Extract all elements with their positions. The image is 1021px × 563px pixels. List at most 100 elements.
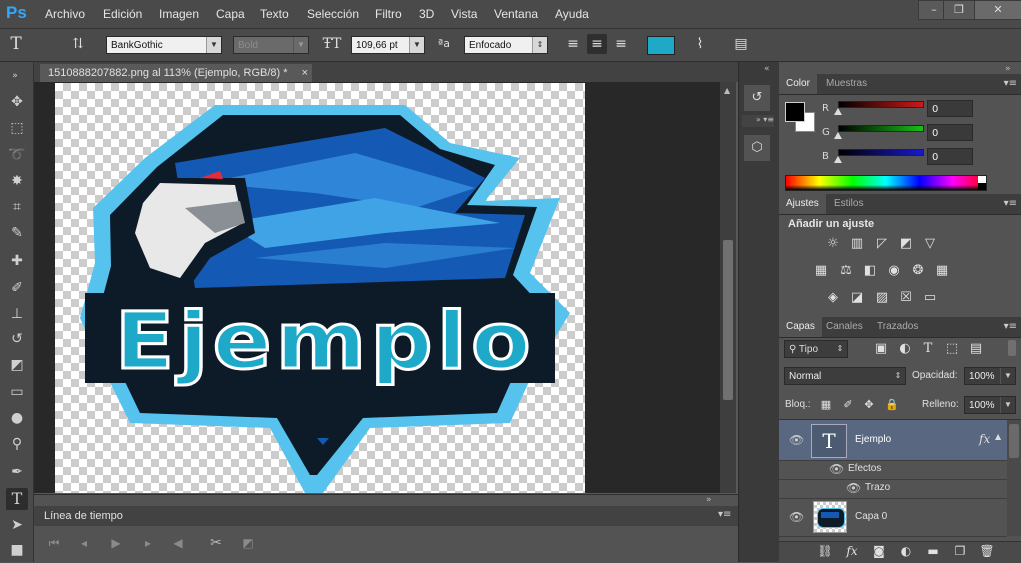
exposure-icon[interactable]: ◩: [897, 235, 915, 253]
layer-name[interactable]: Ejemplo: [855, 434, 891, 445]
dodge-tool-icon[interactable]: ⚲: [6, 433, 28, 455]
menu-edicion[interactable]: Edición: [103, 7, 142, 21]
effects-eye-icon[interactable]: 👁: [829, 463, 844, 475]
history-brush-tool-icon[interactable]: ↺: [6, 328, 28, 350]
fx-icon[interactable]: fx: [979, 432, 990, 446]
align-left-icon[interactable]: ≡: [563, 34, 583, 54]
menu-imagen[interactable]: Imagen: [159, 7, 199, 21]
tab-color[interactable]: Color: [779, 74, 817, 94]
menu-seleccion[interactable]: Selección: [307, 7, 359, 21]
g-value[interactable]: 0: [927, 124, 973, 141]
fill-input[interactable]: 100% ▼: [964, 396, 1016, 414]
timeline-title[interactable]: Línea de tiempo: [44, 510, 123, 522]
first-frame-icon[interactable]: ⏮: [46, 535, 62, 551]
filter-adjustment-icon[interactable]: ◐: [896, 340, 914, 358]
brightness-contrast-icon[interactable]: ☼: [824, 235, 842, 253]
filter-shape-icon[interactable]: ⬚: [943, 340, 961, 358]
curves-icon[interactable]: ◸: [873, 235, 891, 253]
layer-effects-row[interactable]: 👁 Efectos: [779, 460, 1007, 480]
filter-smart-object-icon[interactable]: ▤: [967, 340, 985, 358]
marquee-tool-icon[interactable]: ⬚: [6, 117, 28, 139]
b-slider[interactable]: [838, 149, 924, 156]
color-spectrum-bar[interactable]: [785, 175, 987, 191]
tab-canales[interactable]: Canales: [819, 317, 870, 337]
close-button[interactable]: ✕: [974, 0, 1021, 20]
invert-icon[interactable]: ◈: [824, 289, 842, 307]
type-tool-icon[interactable]: T: [6, 488, 28, 510]
next-frame-icon[interactable]: ▸: [140, 535, 156, 551]
scrollbar-thumb[interactable]: [723, 240, 733, 400]
add-mask-icon[interactable]: ◙: [870, 542, 888, 560]
menu-texto[interactable]: Texto: [260, 7, 289, 21]
stroke-eye-icon[interactable]: 👁: [846, 482, 861, 494]
panel-menu-icon[interactable]: ▾≡: [1004, 194, 1017, 214]
panel-menu-icon[interactable]: ▾≡: [1004, 317, 1017, 337]
tab-capas[interactable]: Capas: [779, 317, 822, 337]
tab-muestras[interactable]: Muestras: [819, 74, 874, 94]
menu-ventana[interactable]: Ventana: [494, 7, 538, 21]
collapse-panels-icon[interactable]: »: [1005, 64, 1011, 74]
close-tab-icon[interactable]: ×: [302, 64, 308, 82]
panel-menu-icon[interactable]: ▾≡: [1004, 74, 1017, 94]
lock-position-icon[interactable]: ✥: [860, 396, 878, 414]
filter-pixel-icon[interactable]: ▣: [872, 340, 890, 358]
filter-type-icon[interactable]: T: [919, 340, 937, 358]
channel-mixer-icon[interactable]: ❂: [909, 262, 927, 280]
menu-vista[interactable]: Vista: [451, 7, 477, 21]
text-color-swatch[interactable]: [647, 36, 675, 55]
3d-panel-icon[interactable]: ⬡: [744, 135, 770, 161]
scroll-up-icon[interactable]: ▲: [724, 86, 730, 95]
vibrance-icon[interactable]: ▽: [921, 235, 939, 253]
filter-toggle[interactable]: [1008, 340, 1016, 356]
tab-ajustes[interactable]: Ajustes: [779, 194, 826, 214]
lock-image-icon[interactable]: ✐: [839, 396, 857, 414]
type-tool-preset-icon[interactable]: T: [6, 34, 26, 54]
toggle-text-orientation-icon[interactable]: ⇅: [68, 34, 88, 54]
add-style-icon[interactable]: fx: [843, 542, 861, 560]
scrollbar-thumb[interactable]: [1009, 424, 1019, 458]
tab-estilos[interactable]: Estilos: [827, 194, 870, 214]
posterize-icon[interactable]: ◪: [848, 289, 866, 307]
clone-stamp-tool-icon[interactable]: ⊥: [6, 303, 28, 325]
layer-name[interactable]: Capa 0: [855, 511, 887, 522]
canvas[interactable]: Ejemplo: [55, 83, 585, 493]
play-icon[interactable]: ▶: [108, 535, 124, 551]
layer-effect-stroke-row[interactable]: 👁 Trazo: [779, 479, 1007, 499]
expand-effects-icon[interactable]: ▲: [995, 432, 1001, 441]
move-tool-icon[interactable]: ✥: [6, 91, 28, 113]
lasso-tool-icon[interactable]: ➰: [6, 144, 28, 166]
visibility-eye-icon[interactable]: 👁: [789, 511, 804, 523]
new-adjustment-icon[interactable]: ◐: [897, 542, 915, 560]
history-panel-icon[interactable]: ↺: [744, 85, 770, 111]
black-white-icon[interactable]: ◧: [861, 262, 879, 280]
visibility-eye-icon[interactable]: 👁: [789, 434, 804, 446]
font-size-select[interactable]: 109,66 pt ▼: [351, 36, 425, 54]
lock-transparent-icon[interactable]: ▦: [817, 396, 835, 414]
levels-icon[interactable]: ▥: [848, 235, 866, 253]
healing-brush-tool-icon[interactable]: ✚: [6, 250, 28, 272]
new-layer-icon[interactable]: ❐: [951, 542, 969, 560]
shape-tool-icon[interactable]: ■: [6, 539, 28, 561]
expand-panels-icon[interactable]: «: [764, 64, 770, 74]
layer-row-capa-0[interactable]: 👁 Capa 0: [779, 498, 1007, 537]
crop-tool-icon[interactable]: ⌗: [6, 196, 28, 218]
g-slider-handle[interactable]: [834, 132, 842, 139]
lock-all-icon[interactable]: 🔒: [883, 396, 901, 414]
font-style-select[interactable]: Bold ▼: [233, 36, 309, 54]
gradient-map-icon[interactable]: ▭: [921, 289, 939, 307]
collapse-timeline-icon[interactable]: »: [706, 495, 712, 505]
transition-icon[interactable]: ◩: [240, 535, 256, 551]
delete-layer-icon[interactable]: 🗑: [978, 542, 996, 560]
menu-ayuda[interactable]: Ayuda: [555, 7, 589, 21]
align-right-icon[interactable]: ≡: [611, 34, 631, 54]
b-value[interactable]: 0: [927, 148, 973, 165]
blur-tool-icon[interactable]: ●: [6, 407, 28, 429]
audio-icon[interactable]: ◀: [170, 535, 186, 551]
collapse-icon[interactable]: »: [4, 65, 26, 87]
eyedropper-tool-icon[interactable]: ✎: [6, 222, 28, 244]
previous-frame-icon[interactable]: ◂: [76, 535, 92, 551]
r-value[interactable]: 0: [927, 100, 973, 117]
magic-wand-tool-icon[interactable]: ✸: [6, 170, 28, 192]
menu-filtro[interactable]: Filtro: [375, 7, 402, 21]
foreground-color-swatch[interactable]: [785, 102, 805, 122]
